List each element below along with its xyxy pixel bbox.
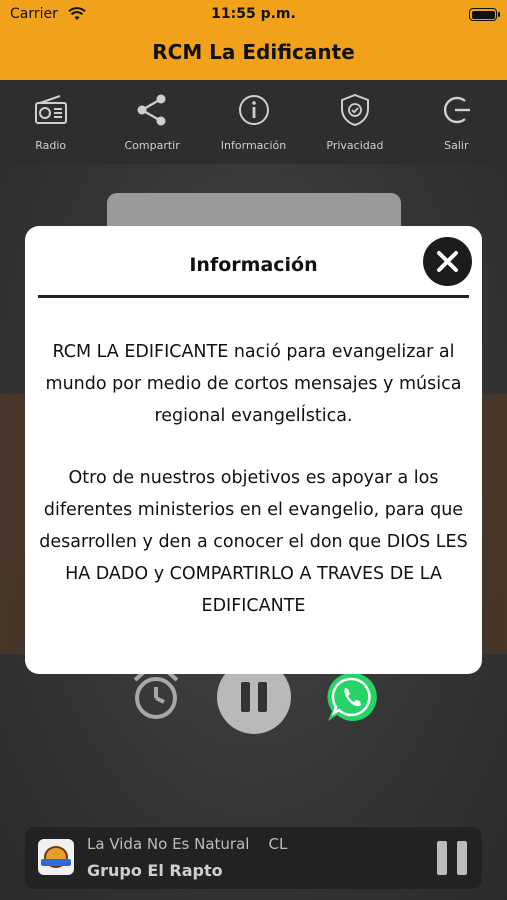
- exit-icon: [438, 92, 474, 132]
- song-title: La Vida No Es Natural CL: [87, 835, 288, 853]
- close-icon: [437, 251, 458, 272]
- whatsapp-icon[interactable]: [325, 670, 379, 728]
- modal-divider: [38, 295, 469, 298]
- app-header: Carrier 11:55 p.m. RCM La Edificante: [0, 0, 507, 80]
- toolbar-privacy-label: Privacidad: [326, 139, 384, 152]
- toolbar-exit[interactable]: Salir: [406, 80, 507, 164]
- modal-title: Información: [189, 254, 318, 276]
- toolbar-radio[interactable]: Radio: [0, 80, 101, 164]
- artist-name: Grupo El Rapto: [87, 861, 223, 880]
- modal-paragraph: Otro de nuestros objetivos es apoyar a l…: [39, 468, 468, 616]
- close-button[interactable]: [423, 237, 472, 286]
- toolbar-info[interactable]: Información: [203, 80, 304, 164]
- info-modal: Información RCM LA EDIFICANTE nació para…: [25, 226, 482, 674]
- toolbar: Radio Compartir Información Privacidad S…: [0, 80, 507, 164]
- toolbar-info-label: Información: [220, 139, 287, 152]
- radio-icon: [33, 92, 69, 132]
- share-icon: [134, 92, 170, 132]
- shield-icon: [337, 92, 373, 132]
- modal-body: RCM LA EDIFICANTE nació para evangelizar…: [39, 336, 468, 622]
- status-bar: Carrier 11:55 p.m.: [10, 6, 500, 24]
- toolbar-radio-label: Radio: [35, 139, 67, 152]
- clock: 11:55 p.m.: [211, 6, 296, 22]
- toolbar-privacy[interactable]: Privacidad: [304, 80, 405, 164]
- toolbar-share-label: Compartir: [124, 139, 180, 152]
- mini-player[interactable]: La Vida No Es Natural CL Grupo El Rapto: [25, 827, 482, 889]
- info-icon: [236, 92, 272, 132]
- mini-pause-button[interactable]: [437, 841, 467, 875]
- alarm-clock-icon[interactable]: [131, 668, 181, 726]
- toolbar-exit-label: Salir: [444, 139, 469, 152]
- modal-paragraph: RCM LA EDIFICANTE nació para evangelizar…: [45, 342, 462, 426]
- toolbar-share[interactable]: Compartir: [101, 80, 202, 164]
- app-title: RCM La Edificante: [152, 40, 355, 64]
- station-logo: [38, 839, 74, 875]
- battery-icon: [469, 8, 500, 21]
